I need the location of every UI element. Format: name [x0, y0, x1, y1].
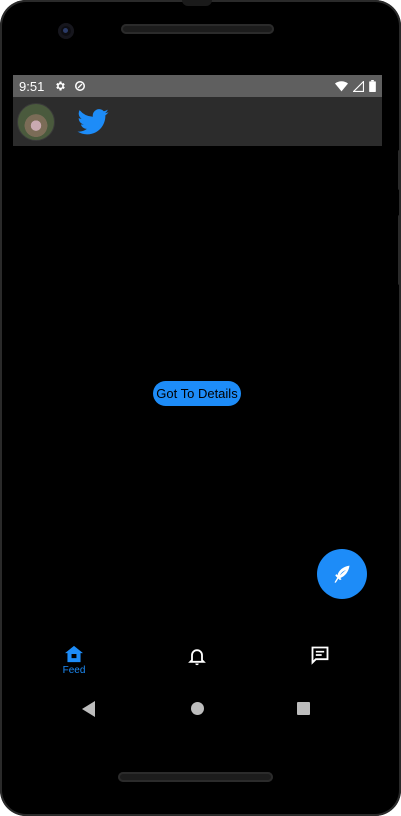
screen: 9:51 Got To Details Feed: [13, 75, 382, 731]
status-time: 9:51: [19, 78, 45, 94]
front-camera: [58, 23, 74, 39]
avatar[interactable]: [17, 102, 55, 141]
compose-tweet-button[interactable]: [317, 549, 367, 599]
phone-frame: 9:51 Got To Details Feed: [0, 0, 401, 816]
recents-square-icon[interactable]: [297, 702, 310, 715]
bottom-navigation: Feed: [13, 645, 382, 689]
home-icon: [65, 645, 83, 663]
battery-icon: [369, 80, 376, 92]
top-edge: [182, 0, 212, 6]
earpiece-speaker: [121, 24, 274, 34]
message-icon: [311, 646, 329, 665]
gear-icon: [56, 81, 66, 91]
system-navigation-bar: [13, 693, 382, 731]
tab-feed-label: Feed: [62, 665, 86, 676]
status-bar: 9:51: [13, 75, 382, 97]
status-icons-right: [335, 80, 376, 92]
signal-icon: [353, 80, 364, 92]
tab-notifications[interactable]: [167, 645, 227, 689]
app-bar: [13, 97, 382, 146]
wifi-icon: [335, 80, 348, 91]
tab-messages[interactable]: [290, 645, 350, 689]
tab-feed[interactable]: Feed: [44, 645, 104, 689]
twitter-bird-icon: [77, 108, 109, 134]
bottom-speaker: [118, 772, 273, 782]
go-to-details-button[interactable]: Got To Details: [153, 381, 241, 406]
home-circle-icon[interactable]: [191, 702, 204, 715]
status-icons-left: [54, 80, 86, 92]
back-icon[interactable]: [82, 701, 96, 717]
feather-quill-icon: [334, 565, 350, 583]
bell-icon: [188, 649, 206, 666]
data-saver-icon: [75, 81, 86, 91]
